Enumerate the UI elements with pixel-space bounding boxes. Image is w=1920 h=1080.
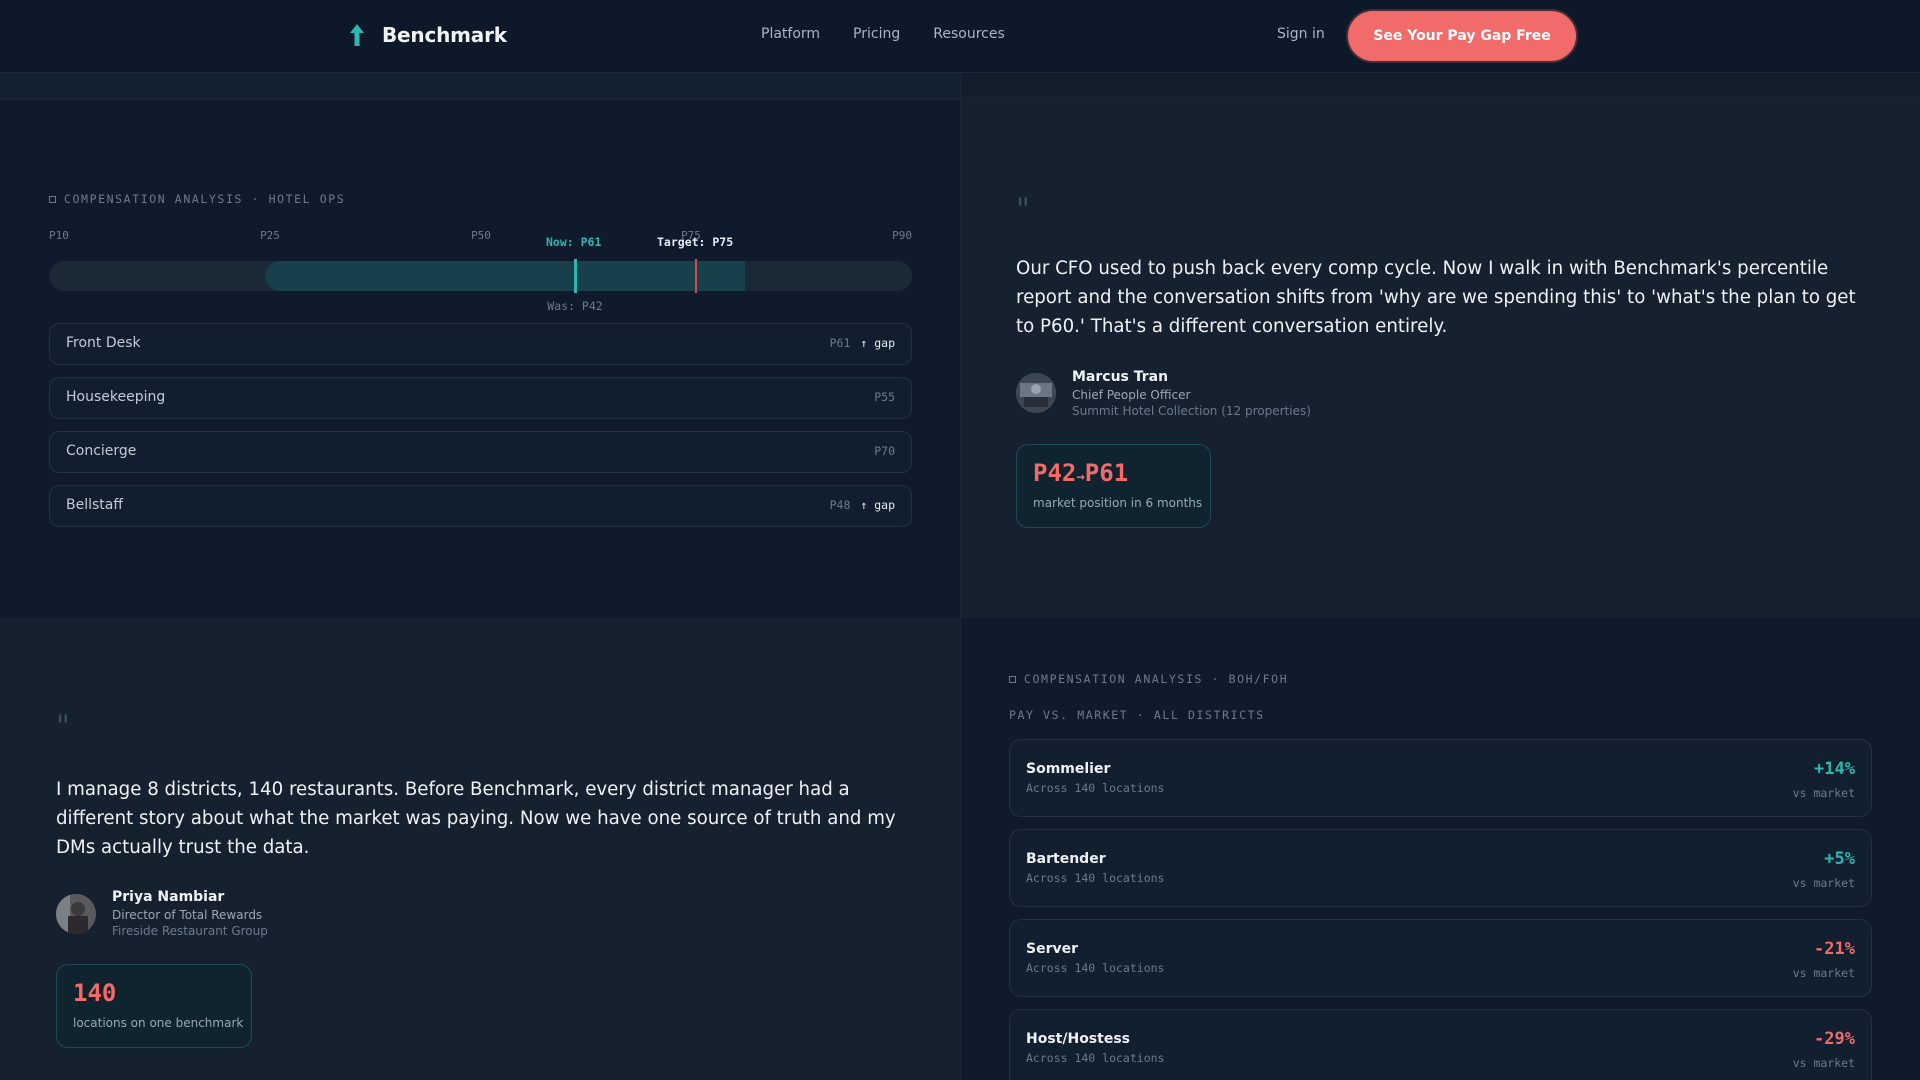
- person-title: Chief People Officer: [1072, 388, 1191, 402]
- market-delta: +5%: [1824, 849, 1855, 869]
- role-locations: Across 140 locations: [1026, 1051, 1165, 1065]
- stat-value: P42→P61: [1033, 459, 1128, 487]
- role-name: Host/Hostess: [1026, 1031, 1130, 1047]
- role-row[interactable]: Housekeeping P55: [49, 377, 912, 419]
- market-delta: -29%: [1814, 1029, 1855, 1049]
- tick-p90: P90: [892, 229, 912, 242]
- person-company: Summit Hotel Collection (12 properties): [1072, 404, 1311, 418]
- role-name: Bartender: [1026, 851, 1106, 867]
- percentile-range-fill: [265, 261, 745, 291]
- quote-mark-icon: ": [1016, 192, 1030, 227]
- role-name: Sommelier: [1026, 761, 1111, 777]
- percentile-ticks: P10 P25 P50 P75 P90: [49, 229, 912, 245]
- market-row[interactable]: Server Across 140 locations -21% vs mark…: [1009, 919, 1872, 997]
- role-name: Front Desk: [66, 335, 141, 351]
- boh-sub-label: PAY VS. MARKET · ALL DISTRICTS: [1009, 708, 1265, 722]
- role-gap-badge: ↑ gap: [860, 498, 895, 512]
- role-name: Housekeeping: [66, 389, 166, 405]
- market-row[interactable]: Bartender Across 140 locations +5% vs ma…: [1009, 829, 1872, 907]
- hotel-section-label-text: COMPENSATION ANALYSIS · HOTEL OPS: [64, 192, 346, 206]
- vs-market-label: vs market: [1792, 1056, 1855, 1070]
- avatar: [1016, 373, 1056, 413]
- person-info: Marcus Tran Chief People Officer Summit …: [1072, 369, 1311, 418]
- target-marker-label: Target: P75: [657, 235, 734, 249]
- stat-value: 140: [73, 979, 117, 1007]
- stat-card: P42→P61 market position in 6 months: [1016, 444, 1211, 528]
- nav-link-pricing[interactable]: Pricing: [853, 26, 900, 42]
- brand-name: Benchmark: [382, 23, 507, 47]
- person-name: Priya Nambiar: [112, 889, 225, 905]
- hotel-section-label: COMPENSATION ANALYSIS · HOTEL OPS: [49, 192, 345, 206]
- role-row[interactable]: Front Desk P61 ↑ gap: [49, 323, 912, 365]
- market-delta: -21%: [1814, 939, 1855, 959]
- role-row[interactable]: Concierge P70: [49, 431, 912, 473]
- top-nav: Benchmark Platform Pricing Resources Sig…: [0, 0, 1920, 73]
- brand-logo[interactable]: Benchmark: [346, 22, 507, 48]
- role-gap-badge: ↑ gap: [860, 336, 895, 350]
- role-percentile: P70: [874, 444, 895, 458]
- person-name: Marcus Tran: [1072, 369, 1169, 385]
- role-name: Bellstaff: [66, 497, 124, 513]
- market-delta: +14%: [1814, 759, 1855, 779]
- person-title: Director of Total Rewards: [112, 908, 263, 922]
- stat-value-to: P61: [1084, 459, 1129, 487]
- arrow-right-icon: →: [1076, 469, 1085, 485]
- role-percentile: P48: [829, 498, 851, 512]
- panel-strip: [961, 73, 1920, 98]
- person-company: Fireside Restaurant Group: [112, 924, 268, 938]
- tick-p25: P25: [260, 229, 280, 242]
- stat-card: 140 locations on one benchmark: [56, 964, 252, 1048]
- panel-strip: [0, 73, 960, 100]
- role-name: Concierge: [66, 443, 137, 459]
- nav-link-platform[interactable]: Platform: [761, 26, 820, 42]
- percentile-track: [49, 261, 912, 291]
- market-row[interactable]: Sommelier Across 140 locations +14% vs m…: [1009, 739, 1872, 817]
- avatar: [56, 894, 96, 934]
- vs-market-label: vs market: [1792, 786, 1855, 800]
- boh-section-label: COMPENSATION ANALYSIS · BOH/FOH: [1009, 672, 1288, 686]
- tick-p50: P50: [471, 229, 491, 242]
- sign-in-link[interactable]: Sign in: [1277, 26, 1325, 42]
- now-marker-label: Now: P61: [546, 235, 602, 249]
- person-info: Priya Nambiar Director of Total Rewards …: [112, 889, 268, 938]
- nav-link-resources[interactable]: Resources: [933, 26, 1005, 42]
- role-percentile: P61: [829, 336, 851, 350]
- stat-value-from: P42: [1033, 459, 1077, 487]
- testimonial-quote: I manage 8 districts, 140 restaurants. B…: [56, 779, 896, 858]
- boh-section-label-text: COMPENSATION ANALYSIS · BOH/FOH: [1024, 672, 1289, 686]
- target-marker: [695, 259, 697, 293]
- tick-p10: P10: [49, 229, 69, 242]
- hotel-ops-panel: COMPENSATION ANALYSIS · HOTEL OPS P10 P2…: [0, 73, 961, 618]
- arrow-up-icon: [350, 24, 364, 46]
- nav-links: Platform Pricing Resources: [761, 26, 1005, 42]
- stat-label: locations on one benchmark: [73, 1016, 244, 1030]
- testimonial-panel-1: " Our CFO used to push back every comp c…: [961, 73, 1920, 618]
- role-percentile: P55: [874, 390, 895, 404]
- stat-label: market position in 6 months: [1033, 496, 1203, 510]
- was-marker-label: Was: P42: [547, 299, 603, 313]
- now-marker: [574, 259, 577, 293]
- square-icon: [1009, 676, 1016, 683]
- role-locations: Across 140 locations: [1026, 961, 1165, 975]
- role-locations: Across 140 locations: [1026, 781, 1165, 795]
- role-row[interactable]: Bellstaff P48 ↑ gap: [49, 485, 912, 527]
- role-locations: Across 140 locations: [1026, 871, 1165, 885]
- quote-mark-icon: ": [56, 709, 70, 744]
- testimonial-quote: Our CFO used to push back every comp cyc…: [1016, 258, 1856, 337]
- market-row[interactable]: Host/Hostess Across 140 locations -29% v…: [1009, 1009, 1872, 1080]
- role-name: Server: [1026, 941, 1079, 957]
- see-pay-gap-button[interactable]: See Your Pay Gap Free: [1348, 11, 1576, 61]
- square-icon: [49, 196, 56, 203]
- vs-market-label: vs market: [1792, 876, 1855, 890]
- testimonial-panel-2: " I manage 8 districts, 140 restaurants.…: [0, 618, 961, 1080]
- vs-market-label: vs market: [1792, 966, 1855, 980]
